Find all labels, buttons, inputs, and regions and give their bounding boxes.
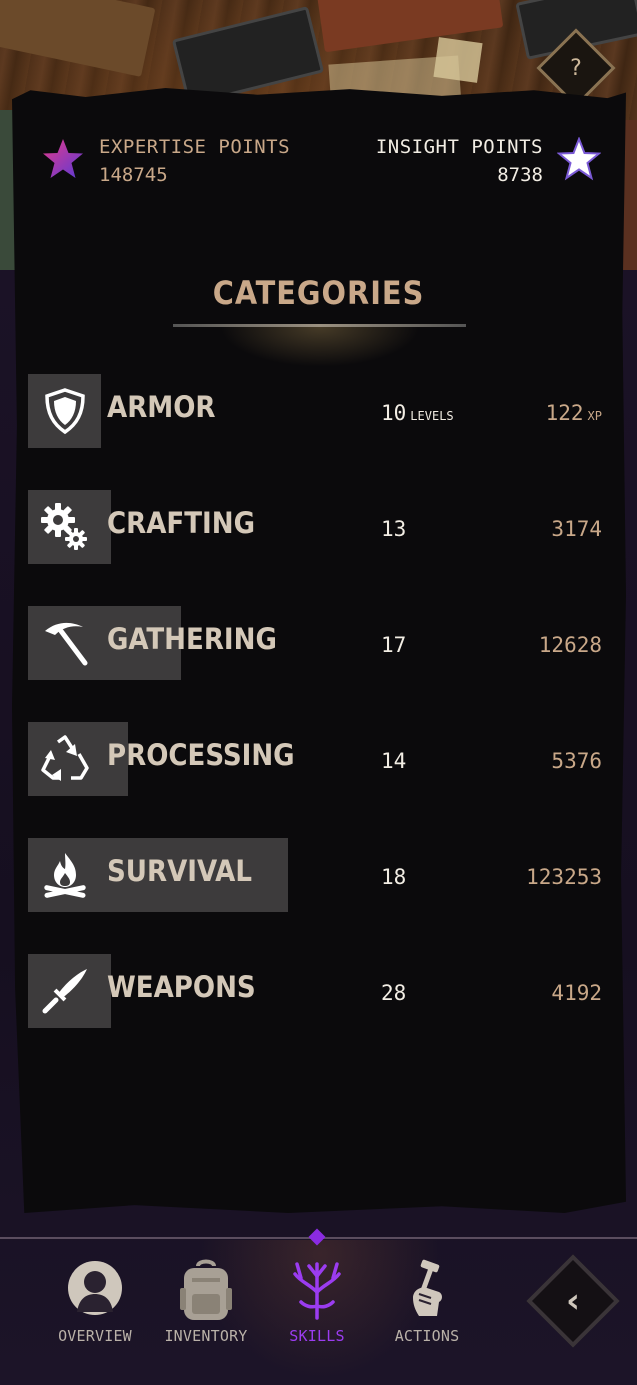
nav-tab-inventory[interactable]: INVENTORY [151, 1258, 261, 1345]
expertise-points-label: EXPERTISE POINTS [99, 136, 291, 158]
category-levels: 10 LEVELS [381, 401, 454, 425]
category-xp-value: 122 [545, 401, 584, 425]
knife-icon [28, 954, 101, 1028]
nav-tab-overview[interactable]: OVERVIEW [40, 1258, 150, 1345]
nav-tab-actions[interactable]: ACTIONS [372, 1258, 482, 1345]
shield-icon [28, 374, 101, 448]
chevron-left-icon: ‹ [565, 1281, 580, 1321]
levels-unit: LEVELS [410, 409, 454, 423]
category-xp: 12628 [538, 633, 602, 657]
skill-tree-icon [293, 1262, 341, 1320]
category-levels: 28 [381, 981, 407, 1005]
nav-tab-skills[interactable]: SKILLS [262, 1258, 372, 1345]
category-name: CRAFTING [107, 506, 256, 540]
insight-points-label: INSIGHT POINTS [375, 136, 543, 158]
help-label: ? [570, 55, 582, 81]
expertise-points-value: 148745 [99, 164, 168, 186]
campfire-icon [28, 838, 101, 912]
category-row-processing[interactable]: PROCESSING 14 5376 [28, 722, 618, 798]
nav-label: INVENTORY [164, 1327, 248, 1345]
category-name: WEAPONS [107, 970, 256, 1004]
category-levels-value: 10 [381, 401, 407, 425]
category-xp: 122 XP [546, 401, 602, 425]
expertise-star-icon [43, 139, 83, 178]
category-row-crafting[interactable]: CRAFTING 13 3174 [28, 490, 618, 566]
category-name: SURVIVAL [107, 854, 252, 888]
gears-icon [28, 490, 101, 564]
categories-glow [220, 327, 420, 367]
category-name: ARMOR [107, 390, 216, 424]
nav-label: ACTIONS [394, 1327, 460, 1345]
insight-star-icon [557, 137, 601, 181]
pickaxe-icon [28, 606, 101, 680]
person-icon [68, 1261, 122, 1315]
category-xp: 5376 [551, 749, 602, 773]
xp-unit: XP [587, 409, 602, 423]
category-xp: 4192 [551, 981, 602, 1005]
category-xp: 3174 [551, 517, 602, 541]
recycle-icon [28, 722, 101, 796]
category-xp: 123253 [526, 865, 602, 889]
category-row-weapons[interactable]: WEAPONS 28 4192 [28, 954, 618, 1030]
category-name: PROCESSING [107, 738, 295, 772]
category-levels: 18 [381, 865, 407, 889]
hand-hammer-icon [413, 1259, 442, 1316]
categories-title: CATEGORIES [212, 274, 425, 312]
insight-points-value: 8738 [497, 164, 543, 186]
category-row-armor[interactable]: ARMOR 10 LEVELS 122 XP [28, 374, 618, 450]
category-name: GATHERING [107, 622, 277, 656]
nav-label: SKILLS [289, 1327, 345, 1345]
nav-label: OVERVIEW [58, 1327, 132, 1345]
category-row-gathering[interactable]: GATHERING 17 12628 [28, 606, 618, 682]
backpack-icon [180, 1259, 232, 1320]
category-levels: 13 [381, 517, 407, 541]
category-row-survival[interactable]: SURVIVAL 18 123253 [28, 838, 618, 914]
category-levels: 14 [381, 749, 407, 773]
category-levels: 17 [381, 633, 407, 657]
